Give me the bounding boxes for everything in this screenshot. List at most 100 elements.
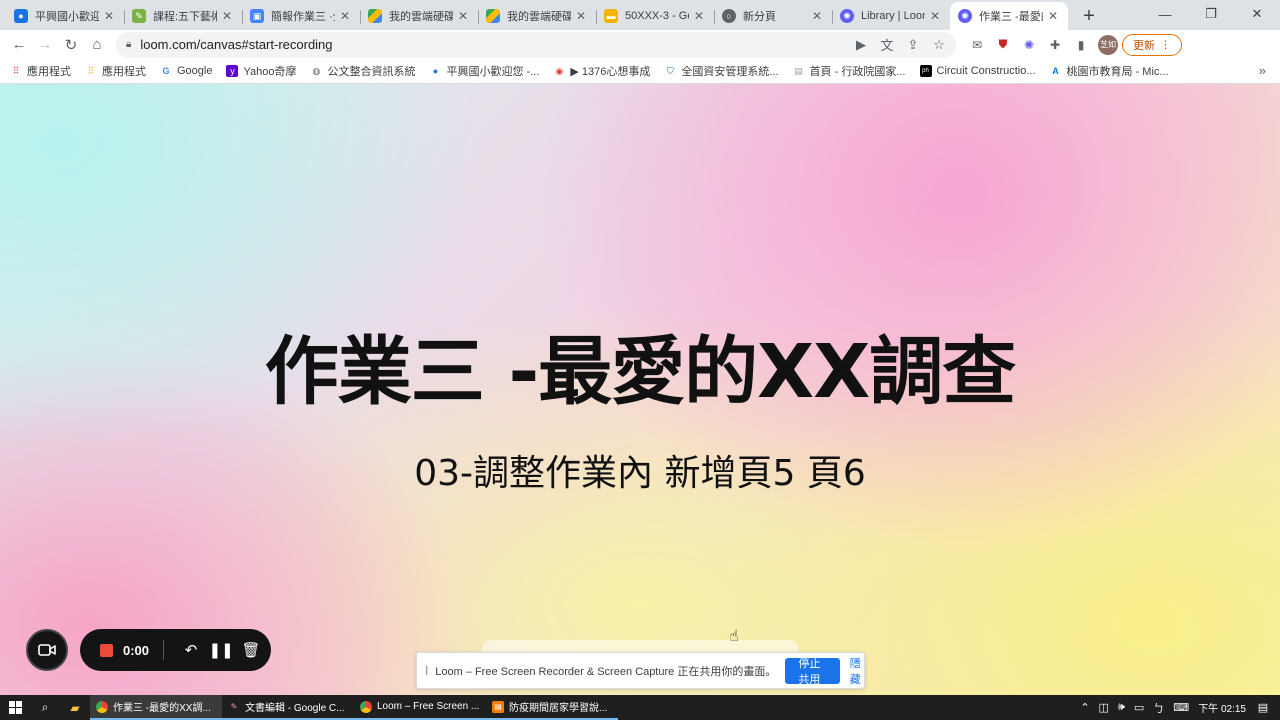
stop-sharing-button[interactable]: 停止共用 — [785, 657, 840, 686]
restart-icon[interactable]: ↶ — [176, 635, 206, 665]
taskbar-item[interactable]: ▤ 防疫期間居家學習說... — [486, 695, 618, 720]
bookmarks-bar: ⠿ 應用程式 ⠿ 應用程式 G Google y Yahoo奇摩 ◍ 公文整合資… — [0, 59, 1280, 84]
taskbar-item[interactable]: ✎ 文書編輯 - Google C... — [222, 695, 354, 720]
more-bookmarks-icon[interactable]: » — [1259, 63, 1266, 78]
avatar[interactable]: 芝如 — [1098, 34, 1118, 55]
bookmark-star-icon[interactable]: ☆ — [926, 32, 952, 58]
extensions-area: ✉ ⛊ ✺ ✚ ▮ 芝如 更新 ⋮ — [964, 32, 1182, 58]
forward-icon[interactable]: → — [32, 32, 58, 58]
close-icon[interactable]: ✕ — [220, 9, 234, 23]
drive-favicon-icon — [368, 9, 382, 23]
bookmark-label: 桃園市教育局 - Mic... — [1066, 66, 1169, 78]
slide-title: 作業三 -最愛的XX調查 — [264, 329, 1017, 415]
pencil-favicon-icon: ✎ — [132, 9, 146, 23]
address-bar[interactable]: 🔒︎ loom.com/canvas#start-recording ▶ 文 ⇪… — [116, 31, 956, 58]
camera-toggle-button[interactable] — [26, 629, 68, 671]
bookmark-label: Yahoo奇摩 — [243, 66, 297, 78]
bookmark-item[interactable]: G Google — [160, 65, 212, 77]
windows-start-icon[interactable] — [0, 695, 30, 720]
new-tab-button[interactable]: + — [1074, 2, 1104, 30]
tab-classroom[interactable]: ▣ 簡報作業三 ·全 ✕ — [242, 2, 360, 30]
globe-icon: ◍ — [312, 65, 321, 76]
document-icon: ▤ — [492, 700, 504, 713]
back-icon[interactable]: ← — [6, 32, 32, 58]
close-icon[interactable]: ✕ — [456, 9, 470, 23]
drag-handle-icon[interactable]: || — [425, 665, 429, 676]
target-icon: ◉ — [555, 65, 564, 76]
tab-title: Library | Loom — [861, 10, 925, 22]
bookmark-item[interactable]: ◍ 公文整合資訊系統 — [310, 63, 416, 79]
adblock-extension-icon[interactable]: ⛊ — [990, 32, 1016, 58]
bookmark-item[interactable]: ⠿ 應用程式 — [10, 63, 71, 79]
taskbar-item-label: 防疫期間居家學習說... — [509, 703, 608, 714]
reload-icon[interactable]: ↻ — [58, 32, 84, 58]
keyboard-icon[interactable]: ⌨ — [1173, 701, 1189, 714]
bookmark-item[interactable]: ● 平興國小歡迎您 -... — [429, 63, 540, 79]
pause-icon[interactable]: ❚❚ — [206, 635, 236, 665]
bookmark-item[interactable]: ⛉ 全國資安管理系統... — [664, 63, 779, 79]
meet-now-icon[interactable]: ◫ — [1099, 701, 1109, 714]
bookmark-item[interactable]: ◉ ▶ 1376心想事成 — [553, 63, 650, 79]
translate-icon[interactable]: 文 — [874, 32, 900, 58]
bookmark-item[interactable]: ph Circuit Constructio... — [919, 65, 1036, 77]
tab-drive-2[interactable]: 我的雲端硬碟 ✕ — [478, 2, 596, 30]
url-text: loom.com/canvas#start-recording — [140, 37, 333, 52]
tab-course[interactable]: ✎ 課程:五下藝術 ✕ — [124, 2, 242, 30]
loom-extension-icon[interactable]: ✺ — [1016, 32, 1042, 58]
tab-new-tab[interactable]: ○ 新分頁 ✕ — [714, 2, 832, 30]
file-explorer-icon[interactable]: ▰ — [60, 695, 90, 720]
close-icon[interactable]: ✕ — [102, 9, 116, 23]
camera-in-use-icon[interactable]: ▶ — [848, 32, 874, 58]
restore-icon[interactable]: ❐ — [1188, 0, 1234, 28]
share-notice-text: Loom – Free Screen Recorder & Screen Cap… — [435, 665, 777, 678]
update-label: 更新 — [1133, 39, 1155, 52]
window-controls: — ❐ ✕ — [1142, 0, 1280, 28]
pen-icon: ✎ — [230, 702, 238, 711]
clock[interactable]: 下午 02:15 — [1198, 700, 1246, 715]
taskbar-item[interactable]: Loom – Free Screen ... — [354, 695, 486, 720]
close-icon[interactable]: ✕ — [574, 9, 588, 23]
tab-title: 我的雲端硬碟 — [389, 11, 453, 23]
taskbar: ⌕ ▰ 作業三 -最愛的XX調... ✎ 文書編輯 - Google C... … — [0, 695, 1280, 720]
hide-link[interactable]: 隱藏 — [850, 655, 864, 687]
tab-slides[interactable]: ▬ 50XXX-3 - Go ✕ — [596, 2, 714, 30]
bookmark-item[interactable]: ⠿ 應用程式 — [85, 63, 146, 79]
bookmark-item[interactable]: y Yahoo奇摩 — [226, 63, 296, 79]
classroom-favicon-icon: ▣ — [250, 9, 264, 23]
close-icon[interactable]: ✕ — [1046, 9, 1060, 23]
mail-extension-icon[interactable]: ✉ — [964, 32, 990, 58]
bookmark-item[interactable]: A 桃園市教育局 - Mic... — [1050, 63, 1169, 79]
tab-title: 50XXX-3 - Go — [625, 10, 689, 22]
tab-loom-recording[interactable]: ✺ 作業三 -最愛的 ✕ — [950, 2, 1068, 30]
drive-favicon-icon — [486, 9, 500, 23]
chevron-up-icon[interactable]: ⌃ — [1080, 701, 1089, 714]
share-icon[interactable]: ⇪ — [900, 32, 926, 58]
tab-pinghsing[interactable]: ● 平興國小歡迎您 ✕ — [6, 2, 124, 30]
tab-title: 新分頁 — [743, 11, 776, 23]
notification-center-icon[interactable]: ▤ — [1246, 695, 1280, 720]
bookmark-item[interactable]: ▤ 首頁 - 行政院國家... — [793, 63, 905, 79]
home-icon[interactable]: ⌂ — [84, 32, 110, 58]
volume-icon[interactable]: 🕪︎ — [1118, 701, 1125, 714]
close-icon[interactable]: ✕ — [928, 9, 942, 23]
side-panel-icon[interactable]: ▮ — [1068, 32, 1094, 58]
ime-icon[interactable]: ㄅ — [1153, 700, 1164, 716]
close-icon[interactable]: ✕ — [692, 9, 706, 23]
taskbar-item-label: Loom – Free Screen ... — [377, 701, 480, 712]
loom-favicon-icon: ✺ — [840, 9, 854, 23]
stop-recording-button[interactable] — [100, 643, 113, 657]
tab-loom-library[interactable]: ✺ Library | Loom ✕ — [832, 2, 950, 30]
close-icon[interactable]: ✕ — [810, 9, 824, 23]
bookmark-label: ▶ 1376心想事成 — [570, 66, 651, 78]
trash-icon[interactable]: 🗑︎ — [236, 635, 266, 665]
taskbar-item[interactable]: 作業三 -最愛的XX調... — [90, 695, 222, 720]
kebab-menu-icon: ⋮ — [1160, 39, 1171, 51]
close-window-icon[interactable]: ✕ — [1234, 0, 1280, 28]
tab-drive-1[interactable]: 我的雲端硬碟 ✕ — [360, 2, 478, 30]
network-icon[interactable]: ▭ — [1134, 701, 1144, 714]
extensions-puzzle-icon[interactable]: ✚ — [1042, 32, 1068, 58]
update-button[interactable]: 更新 ⋮ — [1122, 33, 1182, 56]
search-icon[interactable]: ⌕ — [30, 695, 60, 720]
close-icon[interactable]: ✕ — [338, 9, 352, 23]
minimize-icon[interactable]: — — [1142, 0, 1188, 28]
